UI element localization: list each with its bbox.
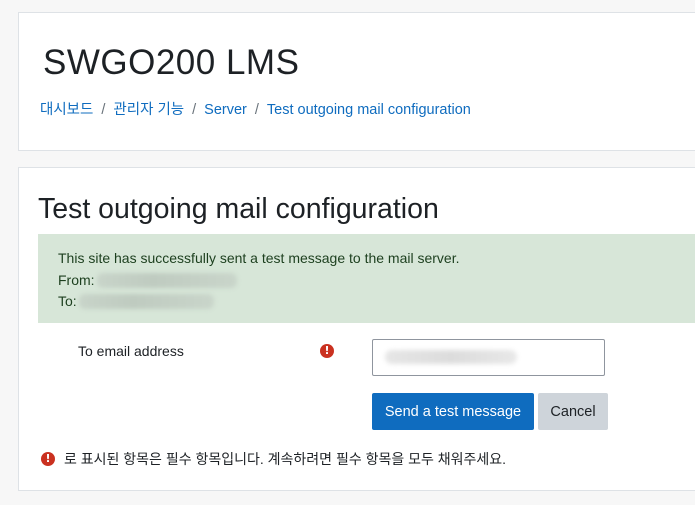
redacted-to-address xyxy=(78,294,214,310)
email-label: To email address xyxy=(78,343,184,359)
main-content: Test outgoing mail configuration This si… xyxy=(18,167,695,491)
alert-to-row: To: xyxy=(58,291,695,313)
site-title: SWGO200 LMS xyxy=(43,43,300,82)
breadcrumb-separator: / xyxy=(192,102,197,118)
required-icon: ! xyxy=(320,344,334,358)
breadcrumb-test-outgoing-mail[interactable]: Test outgoing mail configuration xyxy=(267,102,471,118)
breadcrumb-separator: / xyxy=(101,102,106,118)
alert-from-row: From: xyxy=(58,270,695,292)
success-alert: This site has successfully sent a test m… xyxy=(38,234,695,323)
page-header: SWGO200 LMS 대시보드 / 관리자 기능 / Server / Test outg… xyxy=(18,12,695,151)
email-field[interactable] xyxy=(372,339,605,376)
alert-to-label: To: xyxy=(58,293,77,309)
required-icon: ! xyxy=(41,452,55,466)
cancel-button[interactable]: Cancel xyxy=(538,393,608,430)
redacted-from-address xyxy=(96,272,237,288)
breadcrumb-server[interactable]: Server xyxy=(204,102,247,118)
breadcrumb-separator: / xyxy=(254,102,259,118)
send-test-message-button[interactable]: Send a test message xyxy=(372,393,534,430)
page-title: Test outgoing mail configuration xyxy=(38,193,439,225)
required-fields-note: 로 표시된 항목은 필수 항목입니다. 계속하려면 필수 항목을 모두 채워주세… xyxy=(64,451,507,467)
breadcrumb: 대시보드 / 관리자 기능 / Server / Test outgoing mail co… xyxy=(40,101,471,119)
alert-from-label: From: xyxy=(58,271,95,288)
alert-message: This site has successfully sent a test m… xyxy=(58,250,460,266)
breadcrumb-dashboard[interactable]: 대시보드 xyxy=(40,102,93,118)
breadcrumb-site-admin[interactable]: 관리자 기능 xyxy=(113,102,184,118)
